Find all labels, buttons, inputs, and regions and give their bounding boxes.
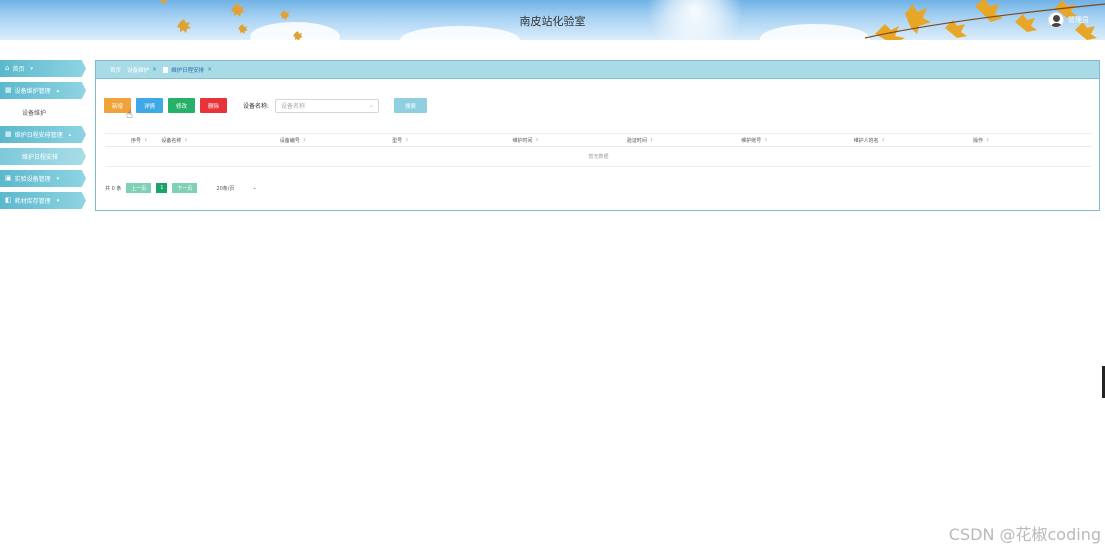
sort-icon[interactable]: ⇕	[303, 138, 306, 142]
main-panel: 首页 设备维护 × 维护日程安排 × 新增 详情 修改 删除 设备名称: 设备名…	[95, 60, 1100, 211]
column-label: 维护人姓名	[853, 137, 879, 144]
table-header: 序号 ⇕ 设备名称 ⇕ 设备编号 ⇕ 型号 ⇕ 维护时间 ⇕ 验证时间 ⇕ 维护…	[105, 133, 1092, 147]
grid-icon: ▦	[5, 130, 12, 138]
column-label: 验证时间	[626, 137, 647, 144]
column-header[interactable]: 设备名称 ⇕	[161, 137, 187, 144]
sidebar-subitem-maintenance[interactable]: 设备维护	[0, 104, 90, 121]
device-icon: ▣	[5, 174, 12, 182]
tab-schedule[interactable]: 维护日程安排 ×	[163, 66, 212, 74]
tab-home[interactable]: 首页	[110, 66, 121, 74]
sidebar-item-consumables[interactable]: ◧ 耗材库存管理 ▾	[0, 192, 86, 209]
column-label: 型号	[392, 137, 403, 144]
delete-button[interactable]: 删除	[200, 98, 227, 113]
chevron-down-icon: ▾	[30, 65, 33, 72]
close-icon[interactable]: ×	[207, 66, 212, 73]
sidebar: ⌂ 首页 ▾ ▦ 设备维护管理 ▴ 设备维护 ▦ 维护日程安排管理 ▴ 维护日程…	[0, 60, 90, 214]
chevron-up-icon: ▴	[56, 87, 60, 94]
sort-icon[interactable]: ⇕	[144, 138, 147, 142]
column-label: 维护账号	[741, 137, 762, 144]
sidebar-item-label: 维护日程安排管理	[14, 132, 63, 139]
toolbar: 新增 详情 修改 删除 设备名称: 设备名称 ⌄ 搜索 ☝	[104, 98, 428, 121]
sidebar-item-label: 耗材库存管理	[14, 198, 51, 205]
column-header[interactable]: 维护时间 ⇕	[513, 137, 539, 144]
sort-icon[interactable]: ⇕	[986, 138, 989, 142]
column-header[interactable]: 型号 ⇕	[392, 137, 408, 144]
sidebar-item-schedule-management[interactable]: ▦ 维护日程安排管理 ▴	[0, 126, 86, 143]
column-label: 设备编号	[279, 137, 300, 144]
app-title: 南皮站化验室	[519, 15, 586, 28]
sort-icon[interactable]: ⇕	[184, 138, 187, 142]
prev-page-button[interactable]: 上一页	[126, 183, 152, 193]
column-label: 操作	[973, 137, 984, 144]
chevron-up-icon: ▴	[68, 131, 72, 138]
page-size-value: 20条/页	[216, 185, 235, 192]
user-menu[interactable]: 管理员	[1048, 10, 1089, 30]
tab-label: 首页	[110, 67, 122, 74]
data-table: 序号 ⇕ 设备名称 ⇕ 设备编号 ⇕ 型号 ⇕ 维护时间 ⇕ 验证时间 ⇕ 维护…	[105, 133, 1092, 167]
sidebar-item-label: 首页	[12, 66, 25, 73]
search-placeholder: 设备名称	[281, 103, 306, 110]
edit-button[interactable]: 修改	[168, 98, 195, 113]
sidebar-item-equipment-maintenance[interactable]: ▦ 设备维护管理 ▴	[0, 82, 86, 99]
box-icon: ◧	[5, 196, 12, 204]
chevron-down-icon: ⌄	[252, 184, 257, 191]
sidebar-subitem-schedule[interactable]: 维护日程安排	[0, 148, 86, 165]
total-count: 共 0 条	[105, 185, 122, 192]
tab-label: 维护日程安排	[171, 67, 205, 74]
column-label: 设备名称	[161, 137, 182, 144]
sort-icon[interactable]: ⇕	[650, 138, 653, 142]
equipment-name-input[interactable]: 设备名称 ⌄	[275, 98, 380, 113]
next-page-button[interactable]: 下一页	[172, 183, 198, 193]
sidebar-item-label: 设备维护管理	[14, 88, 51, 95]
tab-label: 设备维护	[127, 67, 150, 74]
watermark: CSDN @花椒coding	[948, 525, 1101, 544]
sort-icon[interactable]: ⇕	[536, 138, 539, 142]
home-icon: ⌂	[5, 64, 10, 72]
column-header[interactable]: 维护人姓名 ⇕	[854, 137, 885, 144]
column-header[interactable]: 序号 ⇕	[131, 137, 147, 144]
search-button[interactable]: 搜索	[394, 98, 428, 113]
chevron-down-icon: ▾	[56, 175, 60, 182]
column-header[interactable]: 维护账号 ⇕	[741, 137, 767, 144]
tab-bar: 首页 设备维护 × 维护日程安排 ×	[96, 61, 1099, 79]
sidebar-item-label: 实验设备管理	[14, 176, 51, 183]
sidebar-item-home[interactable]: ⌂ 首页 ▾	[0, 60, 86, 77]
page-number-button[interactable]: 1	[156, 183, 168, 193]
user-name[interactable]: 管理员	[1068, 15, 1089, 25]
sidebar-item-label: 设备维护	[22, 110, 47, 117]
empty-state: 暂无数据	[105, 147, 1092, 167]
mouse-pointer-icon: ☝	[124, 107, 134, 122]
search-label: 设备名称:	[243, 103, 270, 110]
top-banner: 南皮站化验室 管理员	[0, 0, 1105, 40]
user-avatar-icon[interactable]	[1048, 12, 1064, 28]
sort-icon[interactable]: ⇕	[405, 138, 408, 142]
column-label: 维护时间	[512, 137, 533, 144]
active-tab-marker	[163, 66, 169, 73]
pagination: 共 0 条 上一页 1 下一页 20条/页 ⌄	[105, 183, 257, 193]
grid-icon: ▦	[5, 86, 12, 94]
tab-maintenance[interactable]: 设备维护 ×	[127, 66, 157, 74]
sort-icon[interactable]: ⇕	[882, 138, 885, 142]
column-header[interactable]: 操作 ⇕	[973, 137, 989, 144]
sidebar-item-label: 维护日程安排	[22, 154, 59, 161]
chevron-down-icon: ▾	[56, 197, 60, 204]
column-header[interactable]: 设备编号 ⇕	[280, 137, 306, 144]
page-size-select[interactable]: 20条/页 ⌄	[216, 185, 256, 192]
column-label: 序号	[131, 137, 142, 144]
detail-button[interactable]: 详情	[136, 98, 163, 113]
sort-icon[interactable]: ⇕	[764, 138, 767, 142]
sidebar-item-lab-equipment[interactable]: ▣ 实验设备管理 ▾	[0, 170, 86, 187]
chevron-down-icon: ⌄	[369, 102, 375, 109]
close-icon[interactable]: ×	[152, 66, 157, 73]
column-header[interactable]: 验证时间 ⇕	[627, 137, 653, 144]
